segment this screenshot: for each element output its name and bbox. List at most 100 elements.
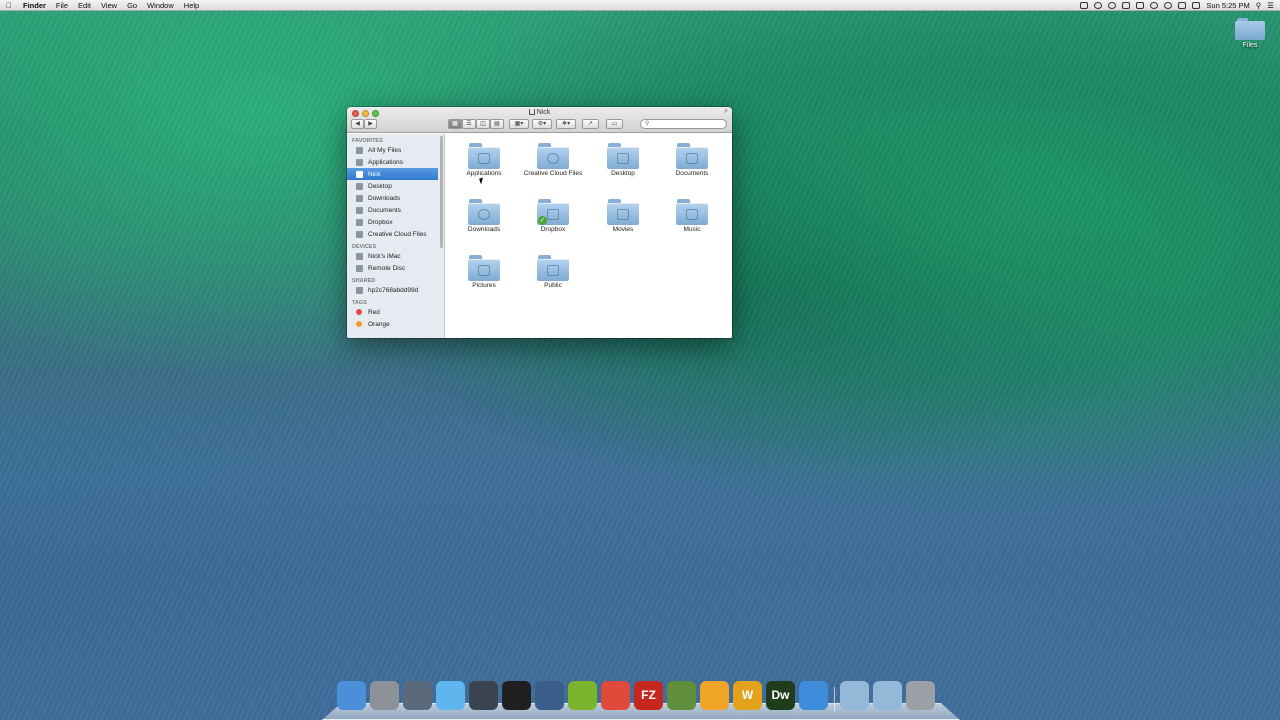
creative-cloud-folder-icon	[537, 143, 569, 169]
menu-edit[interactable]: Edit	[73, 1, 96, 10]
folder-item-music[interactable]: Music	[662, 199, 722, 234]
eye-status-icon[interactable]	[1108, 1, 1117, 9]
desktop-folder-icon	[607, 143, 639, 169]
edit-tags-button[interactable]: ▭	[606, 119, 623, 129]
disc-icon	[356, 264, 363, 272]
sync-status-icon[interactable]	[1136, 1, 1145, 9]
creative-cloud-status-icon[interactable]	[1094, 1, 1103, 9]
imac-icon	[356, 252, 363, 260]
chrome-icon[interactable]	[601, 681, 630, 710]
sidebar-item-tag-red[interactable]: Red	[347, 306, 444, 318]
minecraft-icon[interactable]	[667, 681, 696, 710]
wunderlist-icon[interactable]: W	[733, 681, 762, 710]
sidebar-header-devices: DEVICES	[352, 244, 377, 250]
applications-folder-icon	[468, 143, 500, 169]
chrome-canary-icon[interactable]	[700, 681, 729, 710]
folder-item-downloads[interactable]: Downloads	[454, 199, 514, 234]
sidebar-item-applications[interactable]: Applications	[347, 156, 444, 168]
folder-item-desktop[interactable]: Desktop	[593, 143, 653, 178]
orange-tag-icon	[356, 321, 362, 327]
sidebar-header-shared: SHARED	[352, 278, 376, 284]
folder-item-applications[interactable]: Applications	[454, 143, 514, 178]
documents-icon	[356, 206, 363, 214]
imovie-icon[interactable]	[535, 681, 564, 710]
search-input[interactable]: ⚲	[640, 119, 727, 129]
apple-menu-icon[interactable]: 	[0, 1, 18, 10]
menu-window[interactable]: Window	[142, 1, 179, 10]
clock[interactable]: Sun 5:25 PM	[1206, 1, 1249, 10]
sidebar-item-all-my-files[interactable]: All My Files	[347, 144, 444, 156]
time-machine-icon[interactable]	[1150, 1, 1159, 9]
folder-item-creative-cloud-files[interactable]: Creative Cloud Files	[523, 143, 583, 178]
volume-icon[interactable]	[1192, 1, 1201, 9]
folder-item-pictures[interactable]: Pictures	[454, 255, 514, 290]
pictures-folder-icon	[468, 255, 500, 281]
screen-recording-icon[interactable]	[1080, 1, 1089, 9]
forward-button[interactable]: ▶	[364, 119, 377, 129]
fullscreen-icon[interactable]: ↗	[723, 109, 729, 115]
system-preferences-icon[interactable]	[370, 681, 399, 710]
folder-content: Applications Creative Cloud Files Deskto…	[446, 134, 732, 338]
dropbox-status-icon[interactable]	[1122, 1, 1131, 9]
applications-stack-icon[interactable]	[840, 681, 869, 710]
bluetooth-icon[interactable]	[1164, 1, 1173, 9]
share-button[interactable]: ↗	[582, 119, 599, 129]
folder-item-movies[interactable]: Movies	[593, 199, 653, 234]
dock: FZ W Dw	[337, 681, 947, 713]
dock-separator	[834, 687, 835, 711]
action-gear-button[interactable]: ⚙▾	[532, 119, 552, 129]
dropbox-icon[interactable]	[799, 681, 828, 710]
sidebar-header-tags: TAGS	[352, 300, 367, 306]
downloads-stack-icon[interactable]	[873, 681, 902, 710]
menu-view[interactable]: View	[96, 1, 122, 10]
sidebar-item-desktop[interactable]: Desktop	[347, 180, 444, 192]
filezilla-icon[interactable]: FZ	[634, 681, 663, 710]
folder-item-documents[interactable]: Documents	[662, 143, 722, 178]
column-view-button[interactable]: ◫	[476, 119, 490, 129]
photo-booth-icon[interactable]	[502, 681, 531, 710]
sidebar-scrollbar[interactable]	[440, 136, 443, 248]
sidebar-item-creative-cloud-files[interactable]: Creative Cloud Files	[347, 228, 444, 240]
folder-item-dropbox[interactable]: ✓ Dropbox	[523, 199, 583, 234]
toolbar: ◀ ▶ ▦ ☰ ◫ ▤ ▦▾ ⚙▾ ❖▾ ↗ ▭ ⚲	[347, 119, 732, 132]
applications-icon	[356, 158, 363, 166]
title-bar[interactable]: Nick ↗ ◀ ▶ ▦ ☰ ◫ ▤ ▦▾ ⚙▾ ❖▾ ↗ ▭ ⚲	[347, 107, 732, 133]
dropbox-menu-button[interactable]: ❖▾	[556, 119, 576, 129]
spotlight-icon[interactable]: ⚲	[1256, 1, 1262, 10]
folder-item-public[interactable]: Public	[523, 255, 583, 290]
menu-file[interactable]: File	[51, 1, 73, 10]
spotify-icon[interactable]	[568, 681, 597, 710]
back-button[interactable]: ◀	[351, 119, 364, 129]
launchpad-icon[interactable]	[403, 681, 432, 710]
finder-icon[interactable]	[337, 681, 366, 710]
cover-flow-button[interactable]: ▤	[490, 119, 504, 129]
arrange-button[interactable]: ▦▾	[509, 119, 529, 129]
sidebar-item-documents[interactable]: Documents	[347, 204, 444, 216]
list-view-button[interactable]: ☰	[462, 119, 476, 129]
dropbox-folder-icon: ✓	[537, 199, 569, 225]
finder-window: Nick ↗ ◀ ▶ ▦ ☰ ◫ ▤ ▦▾ ⚙▾ ❖▾ ↗ ▭ ⚲ FAVORI…	[347, 107, 732, 338]
wifi-icon[interactable]	[1178, 1, 1187, 9]
pixelmator-icon[interactable]	[469, 681, 498, 710]
status-area: Sun 5:25 PM ⚲ ☰	[1080, 1, 1280, 10]
sidebar-item-shared-computer[interactable]: hp2c768abdd99d	[347, 284, 444, 296]
sidebar-item-downloads[interactable]: Downloads	[347, 192, 444, 204]
menu-bar:  Finder File Edit View Go Window Help S…	[0, 0, 1280, 11]
music-folder-icon	[676, 199, 708, 225]
sidebar: FAVORITES All My Files Applications Nick…	[347, 134, 445, 338]
trash-icon[interactable]	[906, 681, 935, 710]
menu-finder[interactable]: Finder	[18, 1, 51, 10]
menu-go[interactable]: Go	[122, 1, 142, 10]
desktop-item-files[interactable]: Files	[1232, 18, 1268, 49]
menu-help[interactable]: Help	[179, 1, 204, 10]
desktop-item-label: Files	[1242, 42, 1258, 49]
sidebar-item-remote-disc[interactable]: Remote Disc	[347, 262, 444, 274]
notification-center-icon[interactable]: ☰	[1267, 1, 1274, 10]
sidebar-item-nicks-imac[interactable]: Nick's iMac	[347, 250, 444, 262]
messages-icon[interactable]	[436, 681, 465, 710]
icon-view-button[interactable]: ▦	[448, 119, 462, 129]
dreamweaver-icon[interactable]: Dw	[766, 681, 795, 710]
sidebar-item-nick[interactable]: Nick	[347, 168, 438, 180]
sidebar-item-tag-orange[interactable]: Orange	[347, 318, 444, 330]
sidebar-item-dropbox[interactable]: Dropbox	[347, 216, 444, 228]
